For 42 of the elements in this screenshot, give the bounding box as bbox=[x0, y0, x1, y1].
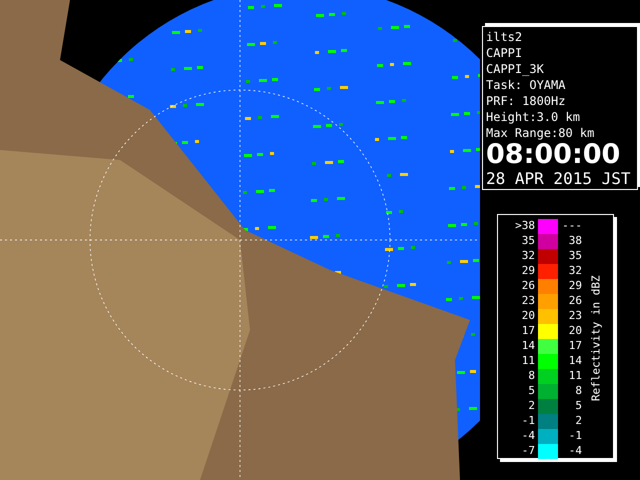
legend-value: 20 bbox=[568, 323, 582, 340]
legend-value: -1 bbox=[520, 413, 536, 430]
legend-value: 26 bbox=[568, 293, 582, 310]
legend-value: -7 bbox=[520, 443, 536, 460]
info-text: CAPPI_3K bbox=[486, 61, 545, 77]
legend-value: >38 bbox=[514, 218, 536, 234]
legend-value: 5 bbox=[574, 398, 582, 414]
info-text: PRF: 1800Hz bbox=[486, 93, 566, 109]
legend-value: 14 bbox=[520, 338, 536, 354]
legend-value: 35 bbox=[568, 248, 582, 264]
legend-value: 8 bbox=[527, 368, 536, 384]
legend-value: --- bbox=[561, 218, 582, 234]
legend-value: 2 bbox=[527, 398, 536, 414]
time-text: 08:00:00 bbox=[486, 141, 622, 169]
date-text: 28 APR 2015 JST bbox=[486, 169, 632, 189]
legend-value: -4 bbox=[568, 443, 582, 460]
info-text: ilts2 bbox=[486, 29, 524, 45]
legend-title: Reflectivity in dBZ bbox=[588, 276, 604, 402]
legend-value: 23 bbox=[568, 308, 582, 324]
legend-value: -4 bbox=[520, 428, 536, 444]
legend-value: 26 bbox=[520, 278, 536, 294]
legend-value: 17 bbox=[520, 323, 536, 340]
legend-value: 17 bbox=[568, 338, 582, 354]
legend-value: 32 bbox=[568, 263, 582, 280]
legend-value: 2 bbox=[574, 413, 582, 430]
info-text: Task: OYAMA bbox=[486, 77, 566, 93]
info-text: CAPPI bbox=[486, 45, 524, 61]
info-text: Height:3.0 km bbox=[486, 109, 581, 125]
legend-value: 29 bbox=[568, 278, 582, 294]
legend-value: 11 bbox=[520, 353, 536, 370]
legend-value: 14 bbox=[568, 353, 582, 370]
legend-value: 23 bbox=[520, 293, 536, 310]
legend-value: 11 bbox=[568, 368, 582, 384]
legend-value: 8 bbox=[574, 383, 582, 400]
legend-value: -1 bbox=[568, 428, 582, 444]
legend-value: 5 bbox=[527, 383, 536, 400]
info-text: Max Range:80 km bbox=[486, 125, 596, 141]
legend-value: 29 bbox=[520, 263, 536, 280]
legend-value: 32 bbox=[520, 248, 536, 264]
legend-value: 35 bbox=[520, 233, 536, 250]
legend-value: 38 bbox=[568, 233, 582, 250]
legend-value: 20 bbox=[520, 308, 536, 324]
